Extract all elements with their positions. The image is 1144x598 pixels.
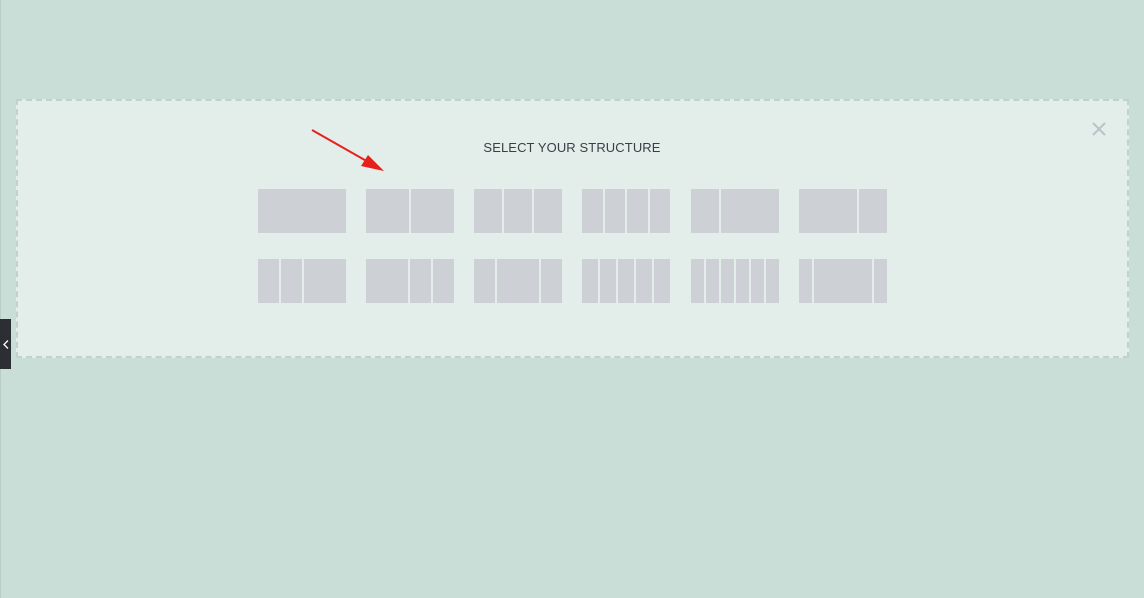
preset-column — [766, 259, 779, 303]
structure-preset-four-equal[interactable] — [582, 189, 670, 233]
preset-column — [534, 189, 562, 233]
structure-selector-box — [16, 99, 1129, 358]
preset-column — [636, 259, 652, 303]
preset-column — [721, 259, 734, 303]
preset-column — [627, 189, 648, 233]
preset-column — [691, 189, 720, 233]
preset-column — [366, 259, 408, 303]
panel-toggle-button[interactable] — [0, 319, 11, 369]
structure-preset-one-column[interactable] — [258, 189, 346, 233]
preset-column — [582, 189, 603, 233]
preset-column — [411, 189, 454, 233]
structure-preset-sixth-two-thirds-sixth[interactable] — [799, 259, 887, 303]
structure-preset-three-equal[interactable] — [474, 189, 562, 233]
preset-column — [497, 259, 539, 303]
structure-title: SELECT YOUR STRUCTURE — [483, 140, 661, 155]
preset-column — [654, 259, 670, 303]
preset-column — [649, 189, 670, 233]
preset-column — [799, 189, 857, 233]
preset-column — [751, 259, 764, 303]
preset-column — [604, 189, 625, 233]
preset-column — [721, 189, 779, 233]
preset-column — [410, 259, 431, 303]
structure-preset-quarter-half-quarter[interactable] — [474, 259, 562, 303]
preset-column — [618, 259, 634, 303]
preset-column — [366, 189, 409, 233]
preset-column — [858, 189, 887, 233]
preset-column — [814, 259, 872, 303]
structure-preset-six-equal[interactable] — [691, 259, 779, 303]
preset-column — [691, 259, 704, 303]
close-icon — [1092, 122, 1106, 136]
preset-column — [799, 259, 813, 303]
preset-column — [304, 259, 346, 303]
preset-column — [582, 259, 598, 303]
structure-preset-half-quarter-quarter[interactable] — [366, 259, 454, 303]
preset-column — [541, 259, 562, 303]
preset-column — [873, 259, 887, 303]
preset-column — [706, 259, 719, 303]
preset-column — [474, 189, 502, 233]
editor-canvas: SELECT YOUR STRUCTURE — [0, 0, 1144, 598]
left-edge-line — [0, 0, 1, 598]
structure-preset-two-equal[interactable] — [366, 189, 454, 233]
structure-preset-quarter-quarter-half[interactable] — [258, 259, 346, 303]
structure-preset-two-thirds-one-third[interactable] — [799, 189, 887, 233]
chevron-left-icon — [2, 339, 8, 349]
preset-column — [258, 189, 346, 233]
preset-column — [504, 189, 532, 233]
close-button[interactable] — [1090, 120, 1108, 138]
structure-preset-one-third-two-thirds[interactable] — [691, 189, 779, 233]
preset-column — [736, 259, 749, 303]
preset-column — [433, 259, 454, 303]
preset-column — [474, 259, 495, 303]
preset-column — [258, 259, 279, 303]
structure-preset-five-equal[interactable] — [582, 259, 670, 303]
preset-column — [281, 259, 302, 303]
preset-column — [600, 259, 616, 303]
